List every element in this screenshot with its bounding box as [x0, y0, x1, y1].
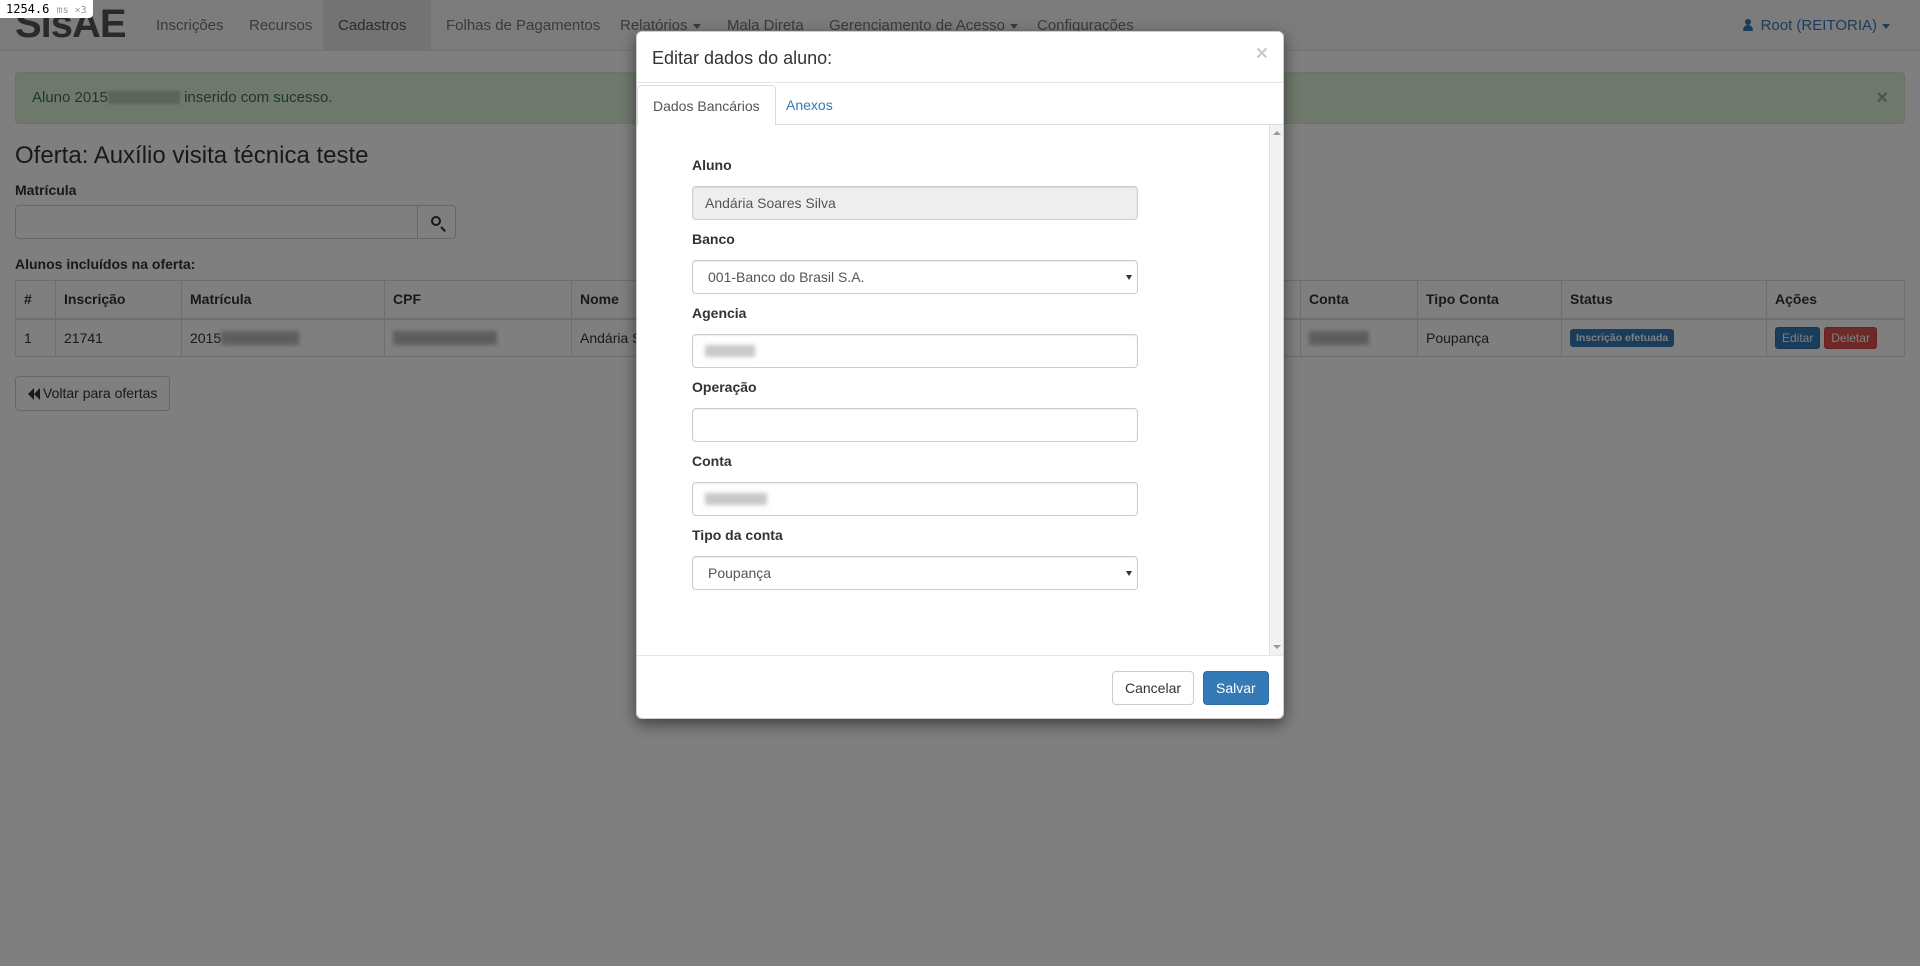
- agencia-group: Agencia: [692, 305, 1138, 368]
- conta-field[interactable]: [692, 482, 1138, 516]
- banco-group: Banco 001-Banco do Brasil S.A.: [692, 231, 1138, 294]
- conta-group: Conta: [692, 453, 1138, 516]
- aluno-group: Aluno Andária Soares Silva: [692, 157, 1138, 220]
- tipo-conta-value: Poupança: [708, 565, 772, 581]
- save-button[interactable]: Salvar: [1203, 671, 1269, 705]
- aluno-field: Andária Soares Silva: [692, 186, 1138, 220]
- modal-header: Editar dados do aluno: ×: [637, 32, 1283, 83]
- modal-body: Aluno Andária Soares Silva Banco 001-Ban…: [637, 125, 1283, 655]
- aluno-value: Andária Soares Silva: [705, 195, 836, 211]
- dropdown-arrow-icon: [1126, 571, 1132, 576]
- tab-dados-bancarios[interactable]: Dados Bancários: [637, 85, 776, 126]
- operacao-group: Operação: [692, 379, 1138, 442]
- banco-label: Banco: [692, 231, 735, 247]
- agencia-label: Agencia: [692, 305, 747, 321]
- redacted-value: [705, 493, 767, 505]
- redacted-value: [705, 345, 755, 357]
- perf-badge: 1254.6 ms ×3: [0, 0, 93, 18]
- tipo-conta-label: Tipo da conta: [692, 527, 783, 543]
- banco-value: 001-Banco do Brasil S.A.: [708, 269, 865, 285]
- edit-student-modal: Editar dados do aluno: × Dados Bancários…: [636, 31, 1284, 719]
- modal-footer: Cancelar Salvar: [637, 655, 1283, 718]
- banco-select[interactable]: 001-Banco do Brasil S.A.: [692, 260, 1138, 294]
- agencia-field[interactable]: [692, 334, 1138, 368]
- operacao-label: Operação: [692, 379, 757, 395]
- cancel-button[interactable]: Cancelar: [1112, 671, 1195, 705]
- tipo-conta-select[interactable]: Poupança: [692, 556, 1138, 590]
- close-icon[interactable]: ×: [1256, 42, 1268, 66]
- conta-label: Conta: [692, 453, 732, 469]
- scroll-up-icon[interactable]: [1273, 131, 1281, 135]
- aluno-label: Aluno: [692, 157, 732, 173]
- perf-value: 1254.6: [6, 2, 50, 16]
- modal-tabs: Dados Bancários Anexos: [637, 83, 1283, 126]
- modal-scrollbar[interactable]: [1269, 125, 1283, 655]
- perf-unit: ms ×3: [56, 5, 87, 16]
- scroll-down-icon[interactable]: [1273, 645, 1281, 649]
- operacao-field[interactable]: [692, 408, 1138, 442]
- tab-anexos[interactable]: Anexos: [771, 85, 848, 126]
- dropdown-arrow-icon: [1126, 275, 1132, 280]
- modal-title: Editar dados do aluno:: [652, 48, 833, 68]
- tipo-conta-group: Tipo da conta Poupança: [692, 527, 1138, 590]
